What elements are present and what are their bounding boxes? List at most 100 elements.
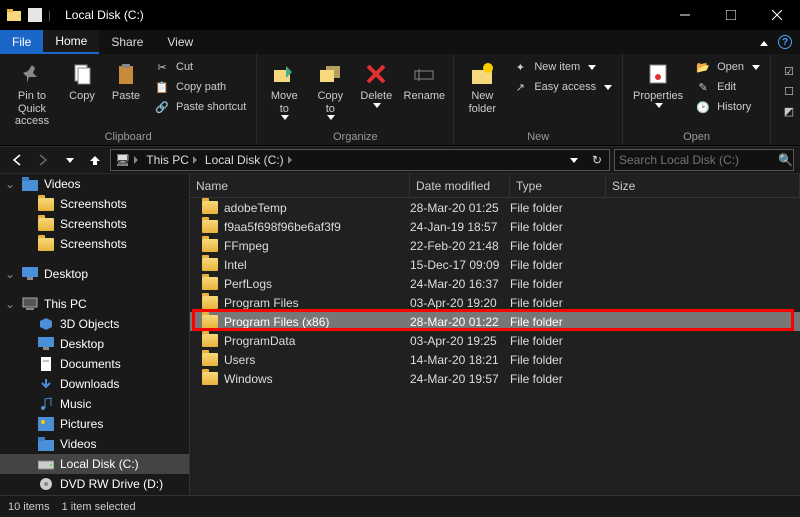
table-row[interactable]: ProgramData03-Apr-20 19:25File folder	[190, 331, 800, 350]
rename-button[interactable]: Rename	[401, 56, 447, 103]
copy-to-button[interactable]: Copy to	[309, 56, 351, 120]
search-input[interactable]	[615, 153, 778, 167]
file-list[interactable]: Name Date modified Type Size adobeTemp28…	[190, 174, 800, 495]
copy-path-button[interactable]: 📋Copy path	[150, 78, 250, 96]
file-date: 22-Feb-20 21:48	[410, 239, 510, 253]
search-box[interactable]: 🔍	[614, 149, 794, 171]
nav-tree[interactable]: ⌄VideosScreenshotsScreenshotsScreenshots…	[0, 174, 190, 495]
tree-label: Videos	[44, 177, 80, 191]
minimize-button[interactable]	[662, 0, 708, 30]
select-all-icon: ☑	[781, 63, 797, 79]
rename-icon	[410, 60, 438, 88]
table-row[interactable]: Windows24-Mar-20 19:57File folder	[190, 369, 800, 388]
pin-button[interactable]: Pin to Quick access	[6, 56, 58, 128]
col-size[interactable]: Size	[606, 174, 800, 197]
tree-item[interactable]: ⌄Desktop	[0, 264, 189, 284]
file-date: 24-Jan-19 18:57	[410, 220, 510, 234]
tree-item[interactable]: Screenshots	[0, 234, 189, 254]
column-headers[interactable]: Name Date modified Type Size	[190, 174, 800, 198]
copy-button[interactable]: Copy	[62, 56, 102, 103]
tree-item[interactable]: Music	[0, 394, 189, 414]
tab-share[interactable]: Share	[99, 30, 155, 54]
up-button[interactable]	[84, 149, 106, 171]
tab-home[interactable]: Home	[43, 30, 99, 54]
easy-access-button[interactable]: ↗Easy access	[508, 78, 616, 96]
table-row[interactable]: FFmpeg22-Feb-20 21:48File folder	[190, 236, 800, 255]
help-icon[interactable]: ?	[778, 35, 792, 49]
tree-item[interactable]: Screenshots	[0, 214, 189, 234]
col-date[interactable]: Date modified	[410, 174, 510, 197]
ribbon-tabs: File Home Share View ?	[0, 30, 800, 54]
new-folder-button[interactable]: New folder	[460, 56, 504, 115]
tree-item[interactable]: Local Disk (C:)	[0, 454, 189, 474]
file-type: File folder	[510, 296, 606, 310]
easy-access-icon: ↗	[512, 79, 528, 95]
table-row[interactable]: adobeTemp28-Mar-20 01:25File folder	[190, 198, 800, 217]
table-row[interactable]: PerfLogs24-Mar-20 16:37File folder	[190, 274, 800, 293]
tree-item[interactable]: ⌄This PC	[0, 294, 189, 314]
search-icon[interactable]: 🔍	[778, 153, 793, 167]
edit-button[interactable]: ✎Edit	[691, 78, 764, 96]
thispc-icon	[22, 296, 38, 312]
table-row[interactable]: f9aa5f698f96be6af3f924-Jan-19 18:57File …	[190, 217, 800, 236]
desktop-icon	[22, 266, 38, 282]
close-button[interactable]	[754, 0, 800, 30]
table-row[interactable]: Program Files (x86)28-Mar-20 01:22File f…	[190, 312, 800, 331]
down-icon	[38, 376, 54, 392]
music-icon	[38, 396, 54, 412]
tab-file[interactable]: File	[0, 30, 43, 54]
folder-icon	[202, 258, 218, 271]
refresh-button[interactable]: ↻	[585, 153, 609, 167]
breadcrumb-drive[interactable]: Local Disk (C:)	[205, 153, 284, 167]
back-button[interactable]	[6, 149, 28, 171]
status-selected: 1 item selected	[62, 501, 136, 513]
history-button[interactable]: 🕑History	[691, 98, 764, 116]
properties-icon	[644, 60, 672, 88]
select-all-button[interactable]: ☑Select all	[777, 62, 800, 80]
select-none-button[interactable]: ☐Select none	[777, 82, 800, 100]
folder-icon	[202, 372, 218, 385]
tree-item[interactable]: Desktop	[0, 334, 189, 354]
cut-button[interactable]: ✂Cut	[150, 58, 250, 76]
folder-icon	[38, 216, 54, 232]
recent-button[interactable]	[58, 149, 80, 171]
paste-button[interactable]: Paste	[106, 56, 146, 103]
group-label-organize: Organize	[263, 129, 447, 145]
tree-item[interactable]: Downloads	[0, 374, 189, 394]
new-item-icon: ✦	[512, 59, 528, 75]
breadcrumb[interactable]: 🖥 This PC Local Disk (C:) ↻	[110, 149, 610, 171]
breadcrumb-thispc[interactable]: This PC	[146, 153, 189, 167]
file-date: 15-Dec-17 09:09	[410, 258, 510, 272]
move-to-button[interactable]: Move to	[263, 56, 305, 120]
paste-shortcut-button[interactable]: 🔗Paste shortcut	[150, 98, 250, 116]
tree-item[interactable]: ⌄Videos	[0, 174, 189, 194]
col-type[interactable]: Type	[510, 174, 606, 197]
save-icon[interactable]	[28, 8, 42, 22]
maximize-button[interactable]	[708, 0, 754, 30]
tree-item[interactable]: Documents	[0, 354, 189, 374]
properties-button[interactable]: Properties	[629, 56, 687, 108]
forward-button[interactable]	[32, 149, 54, 171]
table-row[interactable]: Intel15-Dec-17 09:09File folder	[190, 255, 800, 274]
collapse-ribbon-icon[interactable]	[758, 35, 768, 49]
tree-item[interactable]: Videos	[0, 434, 189, 454]
group-clipboard: Pin to Quick access Copy Paste ✂Cut 📋Cop…	[0, 54, 257, 145]
history-dropdown[interactable]	[561, 158, 585, 163]
tree-item[interactable]: Pictures	[0, 414, 189, 434]
tree-item[interactable]: DVD RW Drive (D:)	[0, 474, 189, 494]
pc-icon: 🖥	[115, 153, 130, 167]
folder-icon	[202, 353, 218, 366]
tab-view[interactable]: View	[155, 30, 205, 54]
new-item-button[interactable]: ✦New item	[508, 58, 616, 76]
delete-button[interactable]: Delete	[355, 56, 397, 108]
tree-item[interactable]: 3D Objects	[0, 314, 189, 334]
open-button[interactable]: 📂Open	[691, 58, 764, 76]
content-area: ⌄VideosScreenshotsScreenshotsScreenshots…	[0, 174, 800, 495]
tree-item[interactable]: Screenshots	[0, 194, 189, 214]
col-name[interactable]: Name	[190, 174, 410, 197]
tree-label: Music	[60, 397, 91, 411]
group-open: Properties 📂Open ✎Edit 🕑History Open	[623, 54, 771, 145]
table-row[interactable]: Users14-Mar-20 18:21File folder	[190, 350, 800, 369]
table-row[interactable]: Program Files03-Apr-20 19:20File folder	[190, 293, 800, 312]
invert-selection-button[interactable]: ◩Invert selection	[777, 102, 800, 120]
